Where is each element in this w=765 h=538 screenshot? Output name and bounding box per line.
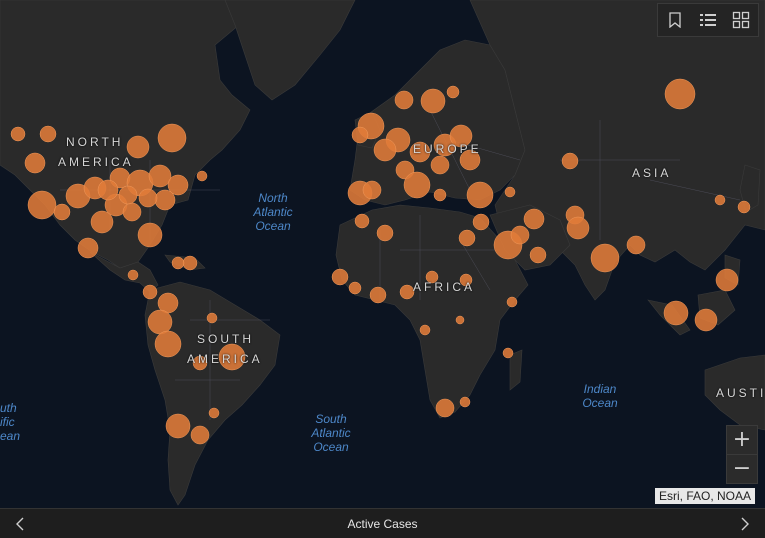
case-bubble[interactable] bbox=[190, 425, 210, 445]
case-bubble[interactable] bbox=[147, 309, 173, 335]
continent-label-north-america: NORTH AMERICA bbox=[58, 135, 134, 169]
zoom-control: + − bbox=[726, 425, 758, 484]
case-bubble[interactable] bbox=[362, 180, 382, 200]
ocean-label-indian: Indian Ocean bbox=[582, 382, 618, 410]
case-bubble[interactable] bbox=[148, 164, 172, 188]
case-bubble[interactable] bbox=[182, 255, 198, 271]
case-bubble[interactable] bbox=[127, 269, 139, 281]
case-bubble[interactable] bbox=[561, 152, 579, 170]
case-bubble[interactable] bbox=[663, 300, 689, 326]
case-bubble[interactable] bbox=[171, 256, 185, 270]
map-toolbar bbox=[657, 3, 759, 37]
world-map[interactable] bbox=[0, 0, 765, 508]
case-bubble[interactable] bbox=[566, 216, 590, 240]
case-bubble[interactable] bbox=[458, 229, 476, 247]
case-bubble[interactable] bbox=[714, 194, 726, 206]
basemap-gallery-icon[interactable] bbox=[724, 4, 757, 36]
case-bubble[interactable] bbox=[369, 286, 387, 304]
ocean-label-south-pacific: uth ific ean bbox=[0, 401, 21, 443]
case-bubble[interactable] bbox=[455, 315, 465, 325]
case-bubble[interactable] bbox=[154, 330, 182, 358]
case-bubble[interactable] bbox=[157, 123, 187, 153]
case-bubble[interactable] bbox=[137, 222, 163, 248]
case-bubble[interactable] bbox=[354, 213, 370, 229]
case-bubble[interactable] bbox=[399, 284, 415, 300]
ocean-label-south-atlantic: South Atlantic Ocean bbox=[311, 412, 351, 454]
case-bubble[interactable] bbox=[466, 181, 494, 209]
case-bubble[interactable] bbox=[208, 407, 220, 419]
case-bubble[interactable] bbox=[351, 126, 369, 144]
case-bubble[interactable] bbox=[24, 152, 46, 174]
case-bubble[interactable] bbox=[510, 225, 530, 245]
legend-list-icon[interactable] bbox=[691, 4, 724, 36]
zoom-out-button[interactable]: − bbox=[727, 455, 757, 483]
case-bubble[interactable] bbox=[737, 200, 751, 214]
case-bubble[interactable] bbox=[53, 203, 71, 221]
continent-label-europe: EUROPE bbox=[413, 142, 482, 156]
case-bubble[interactable] bbox=[472, 213, 490, 231]
continent-label-asia: ASIA bbox=[632, 166, 672, 180]
zoom-in-button[interactable]: + bbox=[727, 426, 757, 455]
case-bubble[interactable] bbox=[154, 189, 176, 211]
case-bubble[interactable] bbox=[529, 246, 547, 264]
footer-bar: Active Cases bbox=[0, 508, 765, 538]
case-bubble[interactable] bbox=[196, 170, 208, 182]
case-bubble[interactable] bbox=[433, 188, 447, 202]
case-bubble[interactable] bbox=[97, 179, 119, 201]
case-bubble[interactable] bbox=[118, 185, 138, 205]
case-bubble[interactable] bbox=[419, 324, 431, 336]
case-bubble[interactable] bbox=[502, 347, 514, 359]
case-bubble[interactable] bbox=[506, 296, 518, 308]
case-bubble[interactable] bbox=[27, 190, 57, 220]
case-bubble[interactable] bbox=[403, 171, 431, 199]
case-bubble[interactable] bbox=[504, 186, 516, 198]
continent-label-australia: AUSTI bbox=[716, 386, 765, 400]
case-bubble[interactable] bbox=[626, 235, 646, 255]
continent-label-south-america: SOUTH AMERICA bbox=[187, 332, 263, 366]
case-bubble[interactable] bbox=[373, 138, 397, 162]
case-bubble[interactable] bbox=[376, 224, 394, 242]
case-bubble[interactable] bbox=[77, 237, 99, 259]
case-bubble[interactable] bbox=[694, 308, 718, 332]
case-bubble[interactable] bbox=[165, 413, 191, 439]
case-bubble[interactable] bbox=[394, 90, 414, 110]
case-bubble[interactable] bbox=[420, 88, 446, 114]
map-attribution[interactable]: Esri, FAO, NOAA bbox=[654, 488, 755, 504]
case-bubble[interactable] bbox=[10, 126, 26, 142]
prev-arrow-icon[interactable] bbox=[0, 509, 40, 538]
bookmark-icon[interactable] bbox=[658, 4, 691, 36]
case-bubble[interactable] bbox=[590, 243, 620, 273]
next-arrow-icon[interactable] bbox=[725, 509, 765, 538]
case-bubble[interactable] bbox=[39, 125, 57, 143]
continent-label-africa: AFRICA bbox=[413, 280, 476, 294]
case-bubble[interactable] bbox=[138, 188, 158, 208]
case-bubble[interactable] bbox=[430, 155, 450, 175]
case-bubble[interactable] bbox=[331, 268, 349, 286]
case-bubble[interactable] bbox=[435, 398, 455, 418]
case-bubble[interactable] bbox=[206, 312, 218, 324]
case-bubble[interactable] bbox=[122, 202, 142, 222]
case-bubble[interactable] bbox=[459, 396, 471, 408]
case-bubble[interactable] bbox=[348, 281, 362, 295]
ocean-label-north-atlantic: North Atlantic Ocean bbox=[253, 191, 293, 233]
case-bubble[interactable] bbox=[523, 208, 545, 230]
case-bubble[interactable] bbox=[142, 284, 158, 300]
case-bubble[interactable] bbox=[446, 85, 460, 99]
footer-title: Active Cases bbox=[347, 516, 418, 531]
case-bubble[interactable] bbox=[664, 78, 696, 110]
case-bubble[interactable] bbox=[715, 268, 739, 292]
